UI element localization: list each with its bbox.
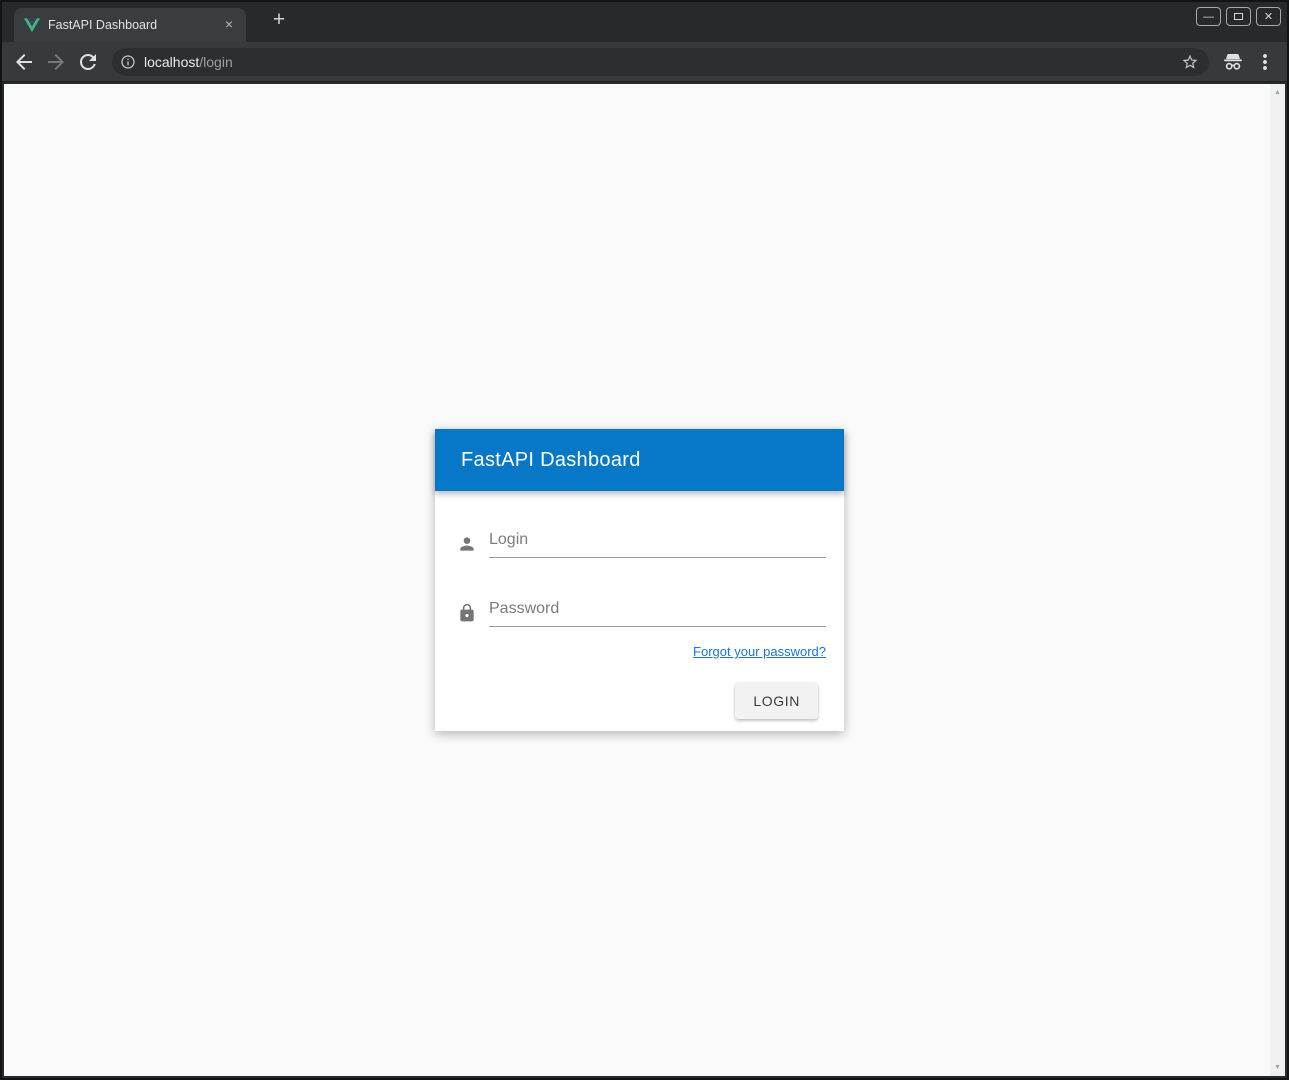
lock-icon bbox=[457, 603, 477, 623]
close-button[interactable]: ✕ bbox=[1256, 7, 1281, 26]
tab-title: FastAPI Dashboard bbox=[48, 18, 212, 32]
login-field-row bbox=[457, 525, 826, 558]
window-controls: — ✕ bbox=[1196, 7, 1281, 26]
kebab-menu-icon[interactable] bbox=[1253, 50, 1277, 74]
forgot-password-row: Forgot your password? bbox=[457, 643, 826, 661]
login-card: FastAPI Dashboard Forgot your password? bbox=[435, 429, 844, 731]
url-text: localhost/login bbox=[144, 54, 233, 70]
tab-strip: FastAPI Dashboard × + — ✕ bbox=[2, 2, 1287, 42]
vue-logo-icon bbox=[24, 17, 40, 33]
maximize-button[interactable] bbox=[1226, 7, 1251, 26]
password-input[interactable] bbox=[489, 594, 826, 627]
minimize-button[interactable]: — bbox=[1196, 7, 1221, 26]
new-tab-button[interactable]: + bbox=[266, 8, 292, 34]
page-content: FastAPI Dashboard Forgot your password? bbox=[4, 84, 1285, 1076]
person-icon bbox=[457, 534, 477, 554]
login-button[interactable]: LOGIN bbox=[735, 683, 818, 719]
password-field-row bbox=[457, 594, 826, 627]
browser-toolbar: localhost/login bbox=[2, 42, 1287, 82]
site-info-icon[interactable] bbox=[120, 54, 136, 70]
login-card-title: FastAPI Dashboard bbox=[461, 449, 641, 472]
address-bar[interactable]: localhost/login bbox=[112, 48, 1209, 76]
login-card-header: FastAPI Dashboard bbox=[435, 429, 844, 491]
back-arrow-icon[interactable] bbox=[12, 50, 36, 74]
scroll-down-icon[interactable]: ▼ bbox=[1274, 1064, 1281, 1071]
reload-icon[interactable] bbox=[76, 50, 100, 74]
url-host: localhost bbox=[144, 54, 199, 70]
forward-arrow-icon[interactable] bbox=[44, 50, 68, 74]
scroll-up-icon[interactable]: ▲ bbox=[1274, 89, 1281, 96]
login-card-body: Forgot your password? LOGIN bbox=[435, 491, 844, 731]
page-scrollbar[interactable]: ▲ ▼ bbox=[1270, 84, 1285, 1076]
url-path: /login bbox=[199, 54, 232, 70]
browser-tab[interactable]: FastAPI Dashboard × bbox=[14, 8, 246, 42]
forgot-password-link[interactable]: Forgot your password? bbox=[693, 644, 826, 659]
bookmark-star-icon[interactable] bbox=[1181, 53, 1199, 71]
login-input[interactable] bbox=[489, 525, 826, 558]
incognito-icon bbox=[1221, 50, 1245, 74]
maximize-icon bbox=[1234, 13, 1243, 20]
card-actions: LOGIN bbox=[457, 683, 826, 719]
tab-close-icon[interactable]: × bbox=[220, 16, 238, 34]
browser-window: FastAPI Dashboard × + — ✕ localhost/logi… bbox=[0, 0, 1289, 1080]
